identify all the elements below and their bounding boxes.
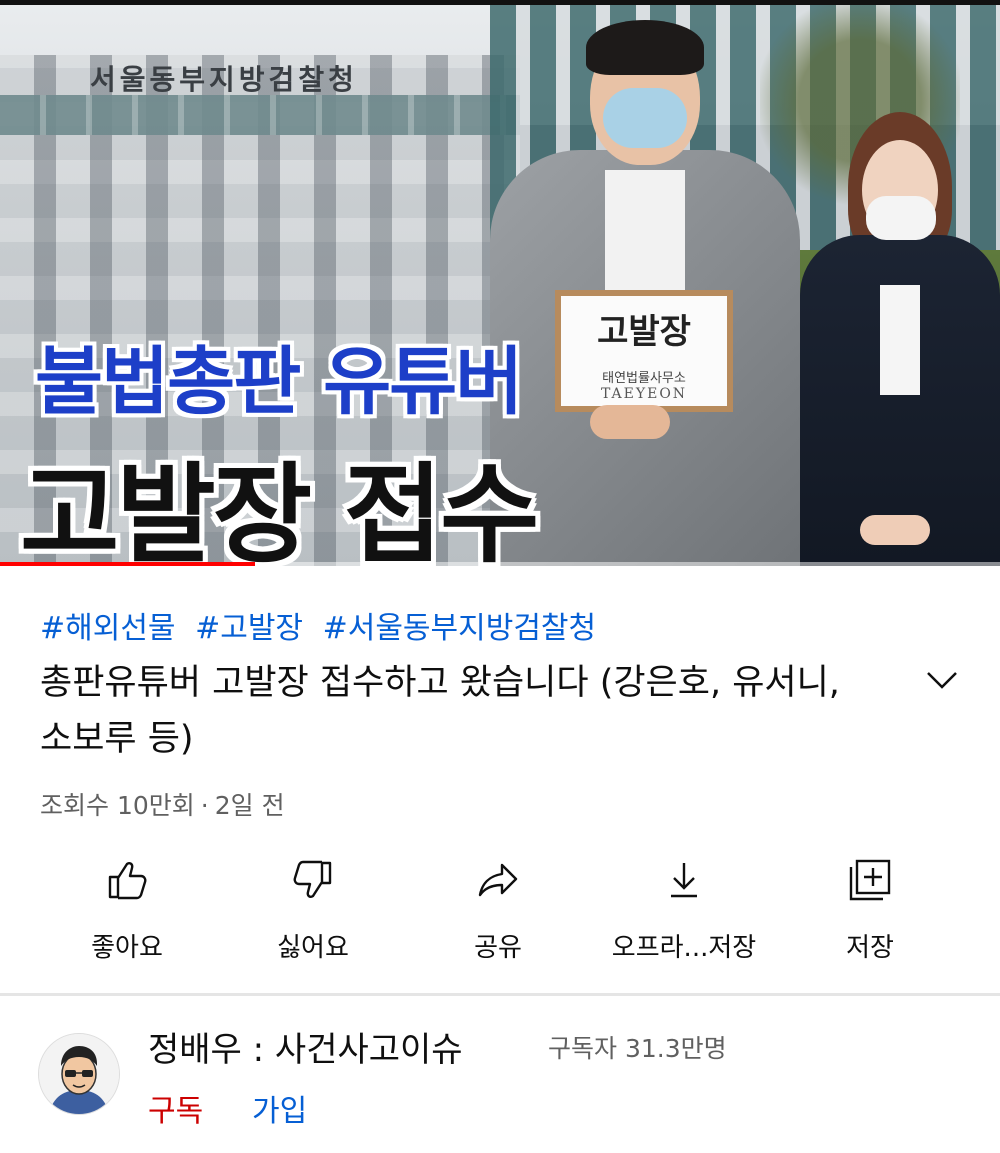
hashtag-link[interactable]: #고발장 <box>195 611 303 646</box>
share-icon <box>473 855 523 905</box>
board-firm-en: TAEYEON <box>600 386 688 402</box>
woman-hands <box>860 515 930 545</box>
hashtag-link[interactable]: #서울동부지방검찰청 <box>323 611 597 646</box>
thumbs-up-icon <box>102 855 152 905</box>
save-to-playlist-button[interactable]: 저장 <box>780 850 960 970</box>
offline-save-label: 오프라...저장 <box>611 933 757 963</box>
meta-separator: · <box>200 791 209 820</box>
subscriber-count: 구독자 31.3만명 <box>548 1034 727 1063</box>
save-label: 저장 <box>846 933 894 963</box>
woman-mask <box>866 196 936 240</box>
thumbnail-caption-line2: 고발장 접수 <box>20 453 539 566</box>
download-icon <box>659 855 709 905</box>
progress-fill <box>0 562 255 566</box>
board-firm: 태연법률사무소 <box>602 371 686 386</box>
board-title: 고발장 <box>597 312 691 352</box>
add-to-playlist-icon <box>845 855 895 905</box>
hashtag-link[interactable]: #해외선물 <box>40 611 176 646</box>
like-label: 좋아요 <box>91 933 163 963</box>
dislike-button[interactable]: 싫어요 <box>223 850 403 970</box>
building-sign-text: 서울동부지방검찰청 <box>90 63 358 96</box>
man-mask <box>603 88 687 148</box>
like-button[interactable]: 좋아요 <box>37 850 217 970</box>
join-button[interactable]: 가입 <box>252 1086 307 1130</box>
hashtag-list: #해외선물 #고발장 #서울동부지방검찰청 <box>40 603 606 647</box>
upload-age: 2일 전 <box>214 791 285 820</box>
chevron-down-icon <box>927 672 957 689</box>
offline-save-button[interactable]: 오프라...저장 <box>594 850 774 970</box>
share-button[interactable]: 공유 <box>408 850 588 970</box>
thumbs-down-icon <box>288 855 338 905</box>
channel-avatar[interactable] <box>38 1033 120 1115</box>
view-count: 조회수 10만회 <box>40 791 195 820</box>
thumbnail-caption-line1: 불법총판 유튜버 <box>35 339 523 425</box>
video-title[interactable]: 총판유튜버 고발장 접수하고 왔습니다 (강은호, 유서니, 소보루 등) <box>40 655 880 767</box>
expand-description-button[interactable] <box>920 660 964 700</box>
man-hair <box>586 20 704 75</box>
channel-name[interactable]: 정배우 : 사건사고이슈 <box>148 1022 463 1071</box>
thumbnail-building-band <box>0 95 520 135</box>
man-shirt <box>605 170 685 310</box>
video-player[interactable]: 서울동부지방검찰청 고발장 태연법률사무소 TAEYEON 불법총판 유튜버 고… <box>0 0 1000 566</box>
video-meta: 조회수 10만회 · 2일 전 <box>40 786 285 822</box>
channel-row: 정배우 : 사건사고이슈 구독자 31.3만명 구독 가입 <box>0 996 1000 1153</box>
progress-bar[interactable] <box>0 562 1000 566</box>
woman-shirt <box>880 285 920 395</box>
complaint-board: 고발장 태연법률사무소 TAEYEON <box>555 290 733 412</box>
share-label: 공유 <box>474 933 522 963</box>
action-row: 좋아요 싫어요 공유 오프라...저장 저장 <box>0 850 1000 970</box>
man-hands <box>590 405 670 439</box>
dislike-label: 싫어요 <box>277 933 349 963</box>
subscribe-button[interactable]: 구독 <box>148 1086 203 1130</box>
